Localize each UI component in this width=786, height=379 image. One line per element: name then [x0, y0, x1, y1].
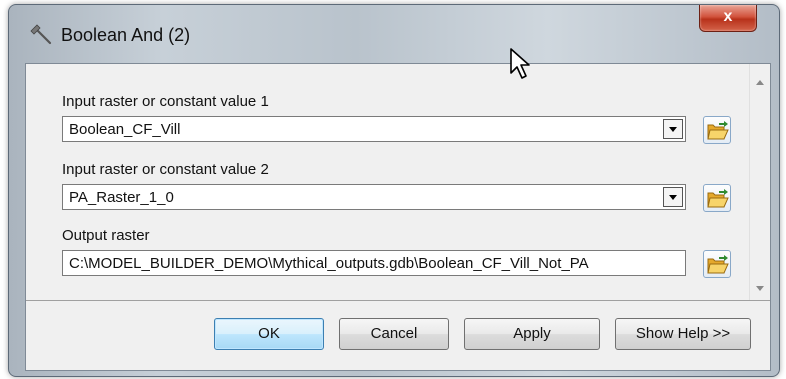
browse-button-2[interactable]: [703, 184, 731, 212]
hammer-icon: [30, 24, 52, 45]
scroll-down-icon[interactable]: [756, 286, 764, 291]
close-button[interactable]: x: [699, 5, 757, 32]
open-folder-icon: [707, 255, 729, 274]
open-folder-icon: [707, 189, 729, 208]
open-folder-icon: [707, 121, 729, 140]
scroll-up-icon[interactable]: [756, 80, 764, 85]
title-bar[interactable]: Boolean And (2) x: [9, 5, 779, 59]
chevron-down-icon[interactable]: [663, 119, 683, 139]
apply-button[interactable]: Apply: [464, 318, 600, 350]
input-raster-1-value: Boolean_CF_Vill: [69, 121, 181, 138]
show-help-button[interactable]: Show Help >>: [615, 318, 751, 350]
input-raster-2-value: PA_Raster_1_0: [69, 189, 174, 206]
window-title: Boolean And (2): [61, 25, 191, 45]
vertical-scrollbar[interactable]: [749, 64, 770, 300]
field-3-label: Output raster: [62, 227, 150, 244]
close-icon: x: [723, 8, 733, 25]
output-raster-value: C:\MODEL_BUILDER_DEMO\Mythical_outputs.g…: [69, 255, 589, 272]
field-1-label: Input raster or constant value 1: [62, 93, 269, 110]
tool-dialog: Boolean And (2) x Input raster or consta…: [8, 4, 780, 377]
ok-button[interactable]: OK: [214, 318, 324, 350]
cancel-button[interactable]: Cancel: [339, 318, 449, 350]
browse-button-3[interactable]: [703, 250, 731, 278]
output-raster-field[interactable]: C:\MODEL_BUILDER_DEMO\Mythical_outputs.g…: [62, 250, 686, 276]
input-raster-2-dropdown[interactable]: PA_Raster_1_0: [62, 184, 686, 210]
field-2-label: Input raster or constant value 2: [62, 161, 269, 178]
dialog-body: Input raster or constant value 1 Boolean…: [25, 63, 771, 371]
chevron-down-icon[interactable]: [663, 187, 683, 207]
parameters-panel: Input raster or constant value 1 Boolean…: [26, 64, 770, 301]
mouse-pointer-icon: [510, 48, 530, 79]
browse-button-1[interactable]: [703, 116, 731, 144]
input-raster-1-dropdown[interactable]: Boolean_CF_Vill: [62, 116, 686, 142]
